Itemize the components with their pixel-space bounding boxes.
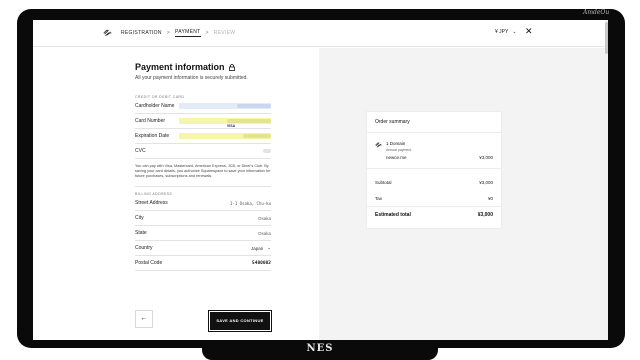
divider: [367, 132, 501, 133]
payment-title: Payment information: [135, 62, 271, 72]
payment-title-text: Payment information: [135, 62, 225, 72]
country-value: Japan: [250, 245, 264, 251]
postal-value: 5400002: [252, 260, 271, 266]
billing-cycle: Annual payment: [386, 148, 412, 152]
total-row: Estimated total ¥3,000: [375, 212, 493, 218]
total-label: Estimated total: [375, 212, 411, 218]
country-label: Country: [135, 245, 153, 251]
state-field[interactable]: State Osaka: [135, 226, 271, 241]
crumb-registration[interactable]: REGISTRATION: [121, 30, 162, 36]
street-label: Street Address: [135, 200, 168, 206]
order-summary-card: Order summary 1 Domain Annual payment ne…: [366, 111, 502, 229]
country-select[interactable]: Country Japan ⌄: [135, 241, 271, 256]
browser-screen: REGISTRATION > PAYMENT > REVIEW ¥ JPY ⌄ …: [33, 20, 608, 340]
chevron-right-icon: >: [166, 30, 170, 36]
card-number-label: Card Number: [135, 118, 166, 124]
chevron-down-icon: ⌄: [267, 245, 271, 250]
state-value: Osaka: [257, 230, 271, 236]
currency-value: ¥ JPY: [495, 29, 509, 35]
crumb-payment[interactable]: PAYMENT: [174, 29, 201, 37]
card-terms-note: You can pay with Visa, Mastercard, Ameri…: [135, 164, 271, 178]
breadcrumb: REGISTRATION > PAYMENT > REVIEW: [121, 29, 235, 37]
total-value: ¥3,000: [477, 212, 493, 218]
domain-price: ¥3,000: [479, 155, 493, 160]
monitor-stand: NES: [202, 342, 438, 360]
checkout-header: REGISTRATION > PAYMENT > REVIEW ¥ JPY ⌄ …: [33, 20, 608, 47]
domain-name: newce.me: [386, 155, 407, 160]
cvc-label: CVC: [135, 148, 146, 154]
arrow-left-icon: ←: [140, 315, 148, 322]
close-icon[interactable]: ✕: [525, 27, 533, 36]
squarespace-logo-icon[interactable]: [103, 29, 112, 37]
order-summary-panel: Order summary 1 Domain Annual payment ne…: [319, 48, 605, 340]
cvc-value-redacted: [263, 149, 271, 153]
save-and-continue-button[interactable]: SAVE AND CONTINUE: [208, 310, 272, 332]
expiration-label: Expiration Date: [135, 133, 170, 139]
divider: [367, 168, 501, 169]
card-number-field[interactable]: Card Number VISA: [135, 114, 271, 129]
order-summary-title: Order summary: [375, 119, 410, 125]
tax-row: Tax ¥0: [375, 196, 493, 201]
signature-mark: AmdeOu: [583, 9, 610, 16]
subtotal-value: ¥3,000: [479, 180, 493, 185]
cvc-field[interactable]: CVC: [135, 144, 271, 159]
chevron-right-icon: >: [205, 30, 209, 36]
city-label: City: [135, 215, 144, 221]
tax-value: ¥0: [487, 196, 493, 201]
tax-label: Tax: [375, 196, 383, 201]
back-button[interactable]: ←: [135, 310, 153, 328]
scrollbar[interactable]: [605, 20, 608, 340]
domain-icon: [375, 142, 382, 148]
city-field[interactable]: City Osaka: [135, 211, 271, 226]
card-number-value-redacted: [227, 119, 271, 123]
currency-select[interactable]: ¥ JPY ⌄: [495, 29, 517, 35]
expiration-value-redacted: [243, 134, 271, 138]
country-value-wrap: Japan ⌄: [251, 245, 271, 251]
payment-panel: Payment information All your payment inf…: [33, 48, 319, 340]
street-value: 1-1 Osaka, Chu-ku: [230, 200, 271, 206]
scrollbar-thumb[interactable]: [605, 22, 608, 54]
divider: [367, 206, 501, 207]
visa-icon: VISA: [226, 124, 236, 128]
city-value: Osaka: [257, 215, 271, 221]
lock-icon: [228, 63, 235, 71]
street-field[interactable]: Street Address 1-1 Osaka, Chu-ku: [135, 196, 271, 211]
payment-form: Payment information All your payment inf…: [135, 62, 271, 271]
divider: [135, 186, 271, 187]
subtotal-label: Subtotal: [375, 180, 392, 185]
expiration-field[interactable]: Expiration Date: [135, 129, 271, 144]
state-label: State: [135, 230, 147, 236]
cardholder-value-redacted: [237, 104, 271, 108]
cardholder-label: Cardholder Name: [135, 103, 175, 109]
subtotal-row: Subtotal ¥3,000: [375, 180, 493, 185]
crumb-review: REVIEW: [213, 30, 236, 36]
payment-subtitle: All your payment information is securely…: [135, 75, 248, 81]
postal-label: Postal Code: [135, 260, 163, 266]
chevron-down-icon: ⌄: [512, 29, 517, 35]
domain-count: 1 Domain: [386, 141, 406, 146]
postal-field[interactable]: Postal Code 5400002: [135, 256, 271, 271]
brand-label: NES: [306, 343, 334, 354]
photo-stage: AmdeOu REGISTRATION > PAYMENT > REVIEW ¥…: [0, 0, 640, 360]
cardholder-field[interactable]: Cardholder Name: [135, 99, 271, 114]
